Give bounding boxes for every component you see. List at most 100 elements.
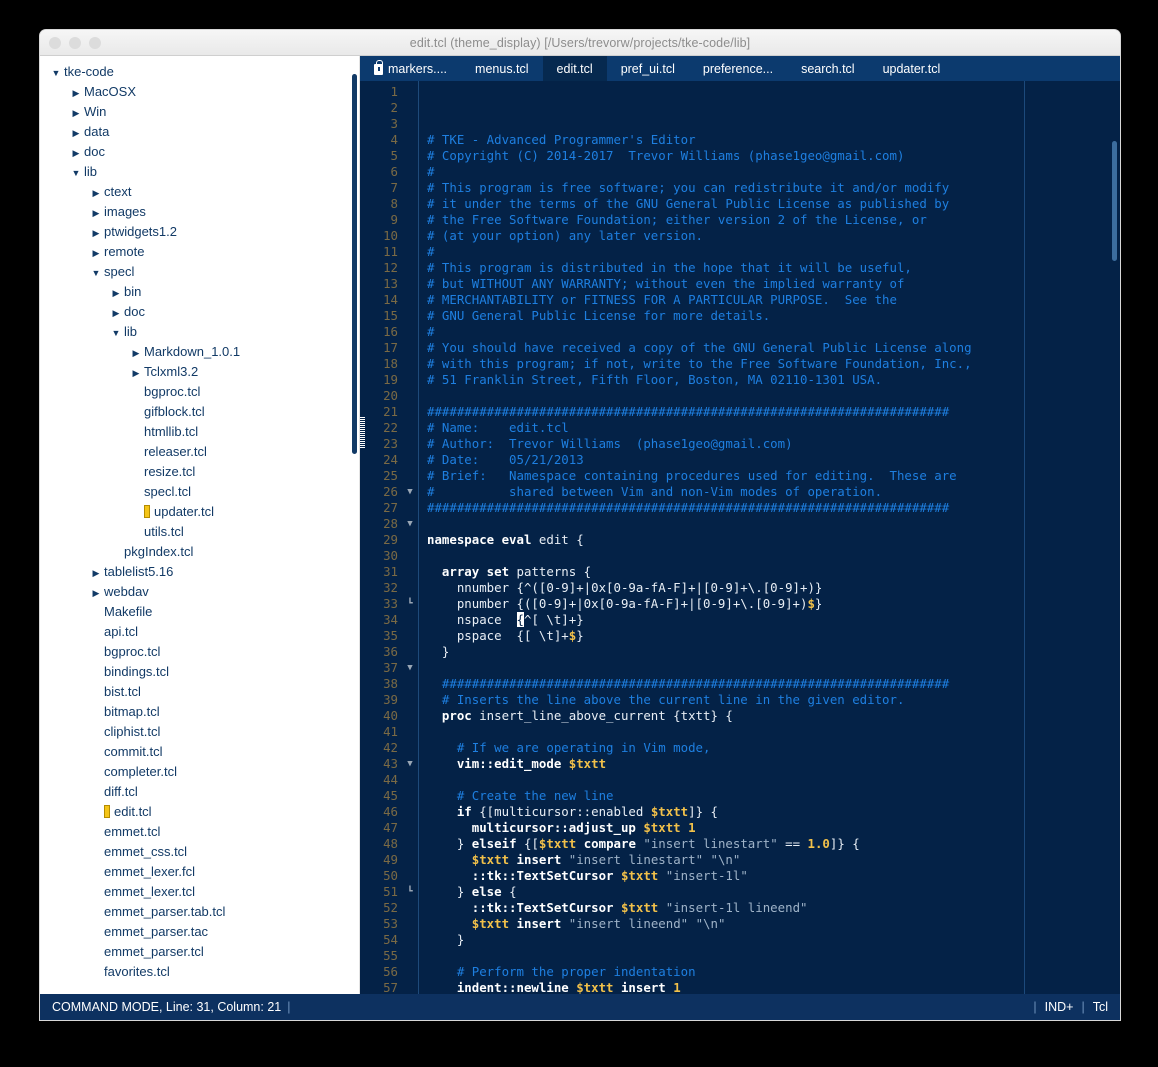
chevron-down-icon[interactable]: ▼ (68, 164, 84, 179)
tree-item[interactable]: bgproc.tcl (40, 381, 359, 401)
tree-item[interactable]: bist.tcl (40, 681, 359, 701)
chevron-right-icon[interactable]: ▶ (128, 364, 144, 379)
tree-item[interactable]: ▶ Win (40, 101, 359, 121)
code-line[interactable]: # GNU General Public License for more de… (427, 308, 1120, 324)
chevron-down-icon[interactable]: ▼ (88, 264, 104, 279)
tree-item[interactable]: ▶ doc (40, 141, 359, 161)
tree-item[interactable]: ▶ remote (40, 241, 359, 261)
tree-item[interactable]: emmet_css.tcl (40, 841, 359, 861)
tree-item[interactable]: ▼ lib (40, 321, 359, 341)
code-line[interactable]: pspace {[ \t]+$} (427, 628, 1120, 644)
code-line[interactable]: # Create the new line (427, 788, 1120, 804)
tree-item[interactable]: emmet_lexer.fcl (40, 861, 359, 881)
editor-tab[interactable]: menus.tcl (461, 56, 543, 81)
tree-item[interactable]: api.tcl (40, 621, 359, 641)
code-line[interactable] (427, 724, 1120, 740)
chevron-right-icon[interactable]: ▶ (88, 244, 104, 259)
tree-item[interactable]: specl.tcl (40, 481, 359, 501)
code-line[interactable]: # shared between Vim and non-Vim modes o… (427, 484, 1120, 500)
tree-item[interactable]: Makefile (40, 601, 359, 621)
tree-item[interactable]: ▶ data (40, 121, 359, 141)
code-line[interactable]: # This program is free software; you can… (427, 180, 1120, 196)
code-line[interactable]: # Perform the proper indentation (427, 964, 1120, 980)
tree-item[interactable]: gifblock.tcl (40, 401, 359, 421)
code-line[interactable]: namespace eval edit { (427, 532, 1120, 548)
code-line[interactable]: # (427, 244, 1120, 260)
sidebar-scrollbar[interactable] (352, 74, 357, 454)
tree-item[interactable]: emmet_parser.tac (40, 921, 359, 941)
tree-item[interactable]: ▶ Markdown_1.0.1 (40, 341, 359, 361)
tree-item[interactable]: bitmap.tcl (40, 701, 359, 721)
code-line[interactable]: vim::edit_mode $txtt (427, 756, 1120, 772)
code-area[interactable]: 1 2 3 4 5 6 7 8 9 10 11 12 13 14 15 16 17 18 19 20 21 22 23 24 2… (360, 81, 1120, 1020)
code-line[interactable] (427, 772, 1120, 788)
code-line[interactable]: # (427, 164, 1120, 180)
code-line[interactable]: pnumber {([0-9]+|0x[0-9a-fA-F]+|[0-9]+\.… (427, 596, 1120, 612)
code-line[interactable]: # but WITHOUT ANY WARRANTY; without even… (427, 276, 1120, 292)
editor-tab[interactable]: updater.tcl (869, 56, 955, 81)
fold-open-icon[interactable]: ▼ (402, 484, 418, 500)
tree-item[interactable]: ▼ tke-code (40, 61, 359, 81)
chevron-right-icon[interactable]: ▶ (88, 564, 104, 579)
code-line[interactable]: # Name: edit.tcl (427, 420, 1120, 436)
code-line[interactable]: # (427, 324, 1120, 340)
tree-item[interactable]: utils.tcl (40, 521, 359, 541)
fold-end-icon[interactable]: ┗ (402, 884, 418, 900)
code-line[interactable] (427, 660, 1120, 676)
code-line[interactable]: # Author: Trevor Williams (phase1geo@gma… (427, 436, 1120, 452)
fold-open-icon[interactable]: ▼ (402, 660, 418, 676)
editor-tab[interactable]: pref_ui.tcl (607, 56, 689, 81)
chevron-down-icon[interactable]: ▼ (48, 64, 64, 79)
code-line[interactable]: if {[multicursor::enabled $txtt]} { (427, 804, 1120, 820)
code-line[interactable]: ::tk::TextSetCursor $txtt "insert-1l lin… (427, 900, 1120, 916)
fold-end-icon[interactable]: ┗ (402, 596, 418, 612)
language-mode-button[interactable]: Tcl (1093, 1000, 1108, 1014)
tree-item[interactable]: emmet_parser.tcl (40, 941, 359, 961)
code-line[interactable]: } (427, 644, 1120, 660)
code-line[interactable] (427, 548, 1120, 564)
chevron-right-icon[interactable]: ▶ (88, 184, 104, 199)
code-line[interactable]: } (427, 932, 1120, 948)
chevron-right-icon[interactable]: ▶ (68, 84, 84, 99)
tree-list[interactable]: ▼ tke-code ▶ MacOSX ▶ Win ▶ data ▶ doc ▼ lib ▶ ctext ▶… (40, 56, 359, 981)
chevron-right-icon[interactable]: ▶ (88, 204, 104, 219)
tree-item[interactable]: resize.tcl (40, 461, 359, 481)
tree-item[interactable]: releaser.tcl (40, 441, 359, 461)
zoom-button[interactable] (89, 37, 101, 49)
code-line[interactable] (427, 388, 1120, 404)
tree-item[interactable]: emmet.tcl (40, 821, 359, 841)
tree-item[interactable]: bindings.tcl (40, 661, 359, 681)
code-line[interactable]: proc insert_line_above_current {txtt} { (427, 708, 1120, 724)
code-line[interactable]: } elseif {[$txtt compare "insert linesta… (427, 836, 1120, 852)
code-line[interactable]: # (at your option) any later version. (427, 228, 1120, 244)
chevron-right-icon[interactable]: ▶ (108, 304, 124, 319)
tree-item[interactable]: ▶ images (40, 201, 359, 221)
tree-item[interactable]: emmet_parser.tab.tcl (40, 901, 359, 921)
code-line[interactable]: array set patterns { (427, 564, 1120, 580)
tree-item[interactable]: ▶ ptwidgets1.2 (40, 221, 359, 241)
tree-item[interactable]: ▶ ctext (40, 181, 359, 201)
tree-item[interactable]: ▼ specl (40, 261, 359, 281)
tree-item[interactable]: diff.tcl (40, 781, 359, 801)
code-line[interactable]: $txtt insert "insert linestart" "\n" (427, 852, 1120, 868)
code-line[interactable] (427, 948, 1120, 964)
code-text[interactable]: # TKE - Advanced Programmer's Editor # Co… (419, 81, 1120, 1020)
tree-item[interactable]: ▼ lib (40, 161, 359, 181)
tree-item[interactable]: ▶ doc (40, 301, 359, 321)
code-line[interactable]: ########################################… (427, 676, 1120, 692)
tree-item[interactable]: ▶ tablelist5.16 (40, 561, 359, 581)
editor-scrollbar[interactable] (1112, 141, 1117, 261)
tree-item[interactable]: htmllib.tcl (40, 421, 359, 441)
code-line[interactable]: # Brief: Namespace containing procedures… (427, 468, 1120, 484)
code-fold-column[interactable]: ▼ ▼ ┗ ▼ ▼ ┗ ┗ ▼ (402, 81, 418, 1020)
tree-item[interactable]: cliphist.tcl (40, 721, 359, 741)
code-line[interactable]: # Inserts the line above the current lin… (427, 692, 1120, 708)
code-line[interactable]: nspace {^[ \t]+} (427, 612, 1120, 628)
status-right-group[interactable]: | IND+ | Tcl (1033, 1000, 1108, 1014)
code-line[interactable]: } else { (427, 884, 1120, 900)
code-line[interactable]: # TKE - Advanced Programmer's Editor (427, 132, 1120, 148)
code-line[interactable]: # Date: 05/21/2013 (427, 452, 1120, 468)
chevron-right-icon[interactable]: ▶ (68, 104, 84, 119)
chevron-right-icon[interactable]: ▶ (88, 224, 104, 239)
editor-tab[interactable]: markers.... (360, 56, 461, 81)
